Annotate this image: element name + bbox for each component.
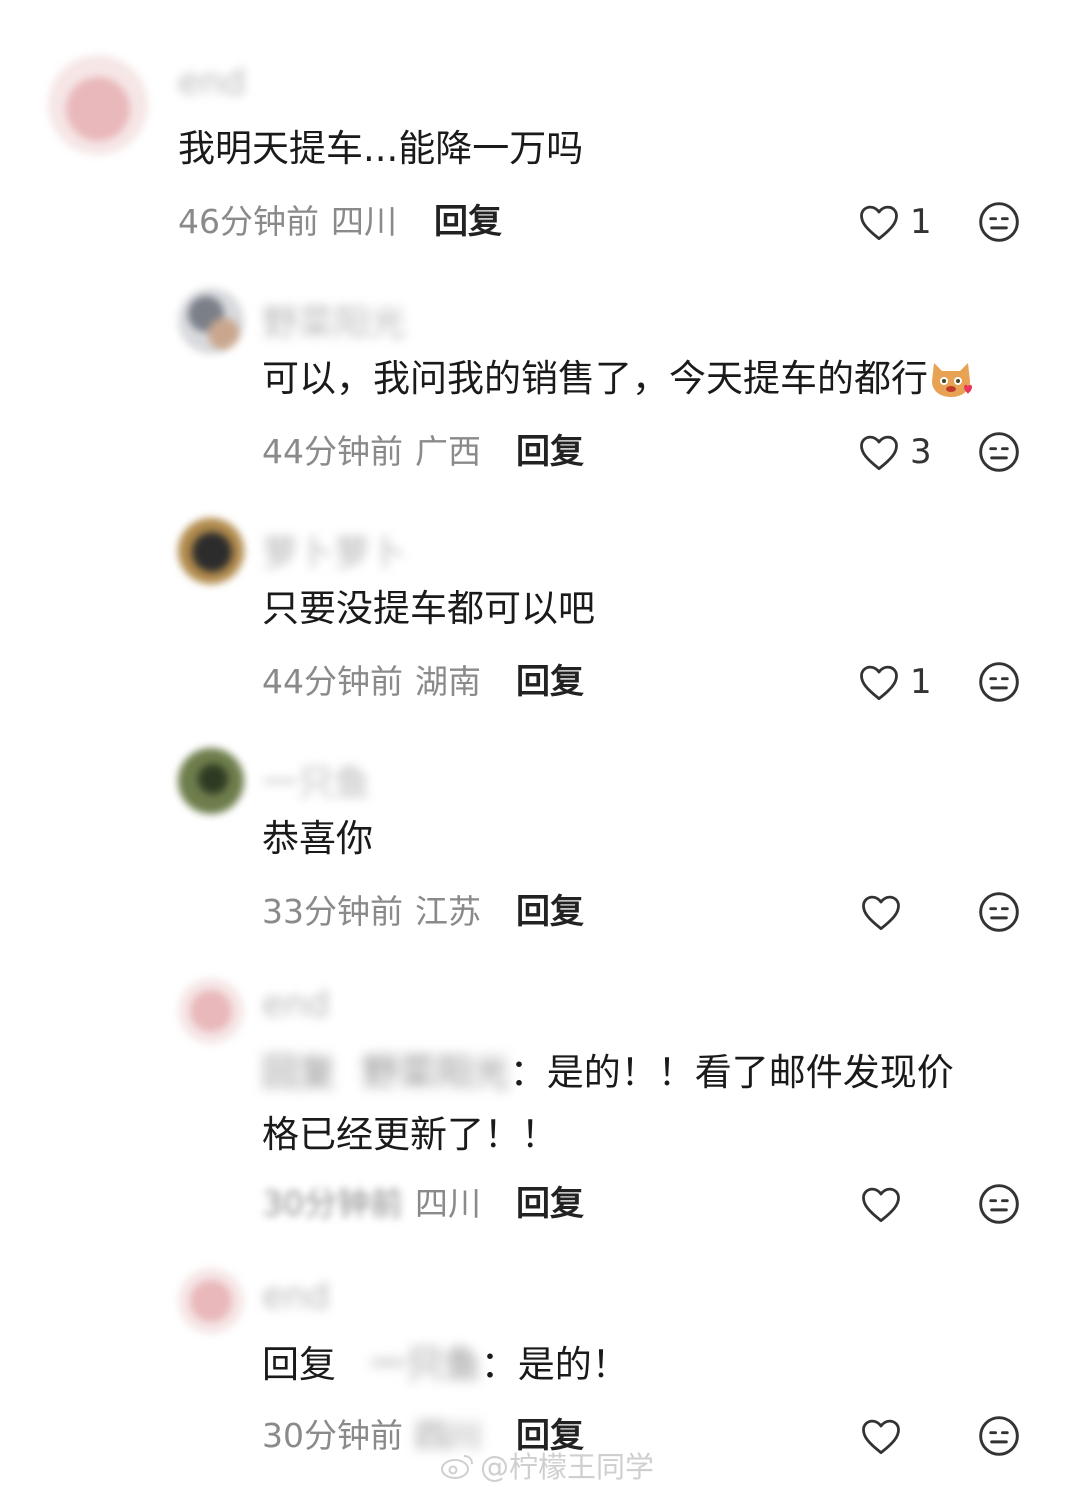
comment-region: 湖南 xyxy=(415,662,481,701)
reply-button[interactable]: 回复 xyxy=(516,1184,584,1224)
heart-outline-icon xyxy=(860,435,898,471)
username[interactable]: 野菜阳光 xyxy=(262,294,406,346)
reply-button[interactable]: 回复 xyxy=(516,892,584,932)
like-button[interactable] xyxy=(860,1414,912,1458)
comment-region: 江苏 xyxy=(415,892,481,931)
username[interactable]: 萝卜萝卜 xyxy=(262,524,406,576)
avatar[interactable] xyxy=(178,1268,244,1334)
reply-target-user[interactable]: 野菜阳光 xyxy=(362,1051,510,1094)
comment-time: 30分钟前 xyxy=(262,1184,403,1223)
comment-item: end 我明天提车...能降一万吗 46分钟前 四川 回复 1 xyxy=(0,0,1080,270)
comment-text: 只要没提车都可以吧 xyxy=(262,587,595,630)
username[interactable]: end xyxy=(262,1276,330,1317)
avatar[interactable] xyxy=(178,978,244,1044)
reply-prefix: 回复 xyxy=(262,1343,336,1386)
username[interactable]: 一只鱼 xyxy=(262,754,370,806)
reply-button[interactable]: 回复 xyxy=(516,662,584,702)
comment-text-body: ：是的！！看了邮件发现价 xyxy=(509,1051,954,1094)
comment-region: 四川 xyxy=(415,1184,481,1223)
neutral-face-icon[interactable] xyxy=(977,430,1021,474)
username[interactable]: end xyxy=(178,62,246,103)
reply-item: end 回复 野菜阳光：是的！！看了邮件发现价 格已经更新了！！ 30分钟前 四川… xyxy=(0,960,1080,1250)
comment-time: 44分钟前 xyxy=(262,662,403,701)
reply-target-user[interactable]: 一只鱼 xyxy=(370,1343,481,1386)
comment-text-body: 可以，我问我的销售了，今天提车的都行 xyxy=(262,357,928,400)
username[interactable]: end xyxy=(262,984,330,1025)
heart-outline-icon xyxy=(860,665,898,701)
comment-time: 33分钟前 xyxy=(262,892,403,931)
comment-text: 可以，我问我的销售了，今天提车的都行 xyxy=(262,348,974,410)
comment-meta: 33分钟前 江苏 xyxy=(262,892,481,932)
watermark: @柠檬王同学 xyxy=(440,1444,654,1486)
comment-meta: 46分钟前 四川 xyxy=(178,202,397,242)
reply-button[interactable]: 回复 xyxy=(516,432,584,472)
comment-text: 回复 野菜阳光：是的！！看了邮件发现价 xyxy=(262,1042,954,1104)
comment-time: 46分钟前 xyxy=(178,202,319,241)
like-button[interactable] xyxy=(860,890,912,934)
reply-item: 野菜阳光 可以，我问我的销售了，今天提车的都行 44分钟前 广西 回复 3 xyxy=(0,270,1080,500)
comment-meta: 44分钟前 湖南 xyxy=(262,662,481,702)
comment-time: 44分钟前 xyxy=(262,432,403,471)
comment-text: 回复 一只鱼：是的！ xyxy=(262,1334,629,1396)
comment-time: 30分钟前 xyxy=(262,1416,403,1455)
heart-outline-icon xyxy=(860,205,898,241)
comment-text-continued: 格已经更新了！！ xyxy=(262,1113,558,1156)
heart-outline-icon xyxy=(862,895,900,931)
avatar[interactable] xyxy=(178,518,244,584)
neutral-face-icon[interactable] xyxy=(977,890,1021,934)
avatar[interactable] xyxy=(178,748,244,814)
avatar[interactable] xyxy=(178,288,244,354)
heart-outline-icon xyxy=(862,1187,900,1223)
like-button[interactable] xyxy=(860,1182,912,1226)
heart-outline-icon xyxy=(862,1419,900,1455)
reply-button[interactable]: 回复 xyxy=(434,202,502,242)
neutral-face-icon[interactable] xyxy=(977,200,1021,244)
neutral-face-icon[interactable] xyxy=(977,660,1021,704)
like-button[interactable]: 3 xyxy=(858,430,932,474)
watermark-text: @柠檬王同学 xyxy=(480,1450,655,1484)
comment-text-body: ：是的！ xyxy=(480,1343,629,1386)
like-button[interactable]: 1 xyxy=(858,200,932,244)
avatar[interactable] xyxy=(48,55,148,155)
comment-region: 四川 xyxy=(331,202,397,241)
neutral-face-icon[interactable] xyxy=(977,1414,1021,1458)
comment-region: 广西 xyxy=(415,432,481,471)
weibo-logo-icon xyxy=(441,1455,473,1479)
reply-item: 萝卜萝卜 只要没提车都可以吧 44分钟前 湖南 回复 1 xyxy=(0,500,1080,730)
like-button[interactable]: 1 xyxy=(858,660,932,704)
like-count: 1 xyxy=(910,202,932,242)
reply-item: 一只鱼 恭喜你 33分钟前 江苏 回复 xyxy=(0,730,1080,960)
like-count: 1 xyxy=(910,662,932,702)
comment-text: 恭喜你 xyxy=(262,817,373,860)
reply-prefix: 回复 xyxy=(262,1051,336,1094)
comment-meta: 44分钟前 广西 xyxy=(262,432,481,472)
comment-meta: 30分钟前 四川 xyxy=(262,1184,481,1224)
neutral-face-icon[interactable] xyxy=(977,1182,1021,1226)
comment-text: 我明天提车...能降一万吗 xyxy=(178,127,584,170)
like-count: 3 xyxy=(910,432,932,472)
cat-heart-emoji xyxy=(932,363,972,397)
